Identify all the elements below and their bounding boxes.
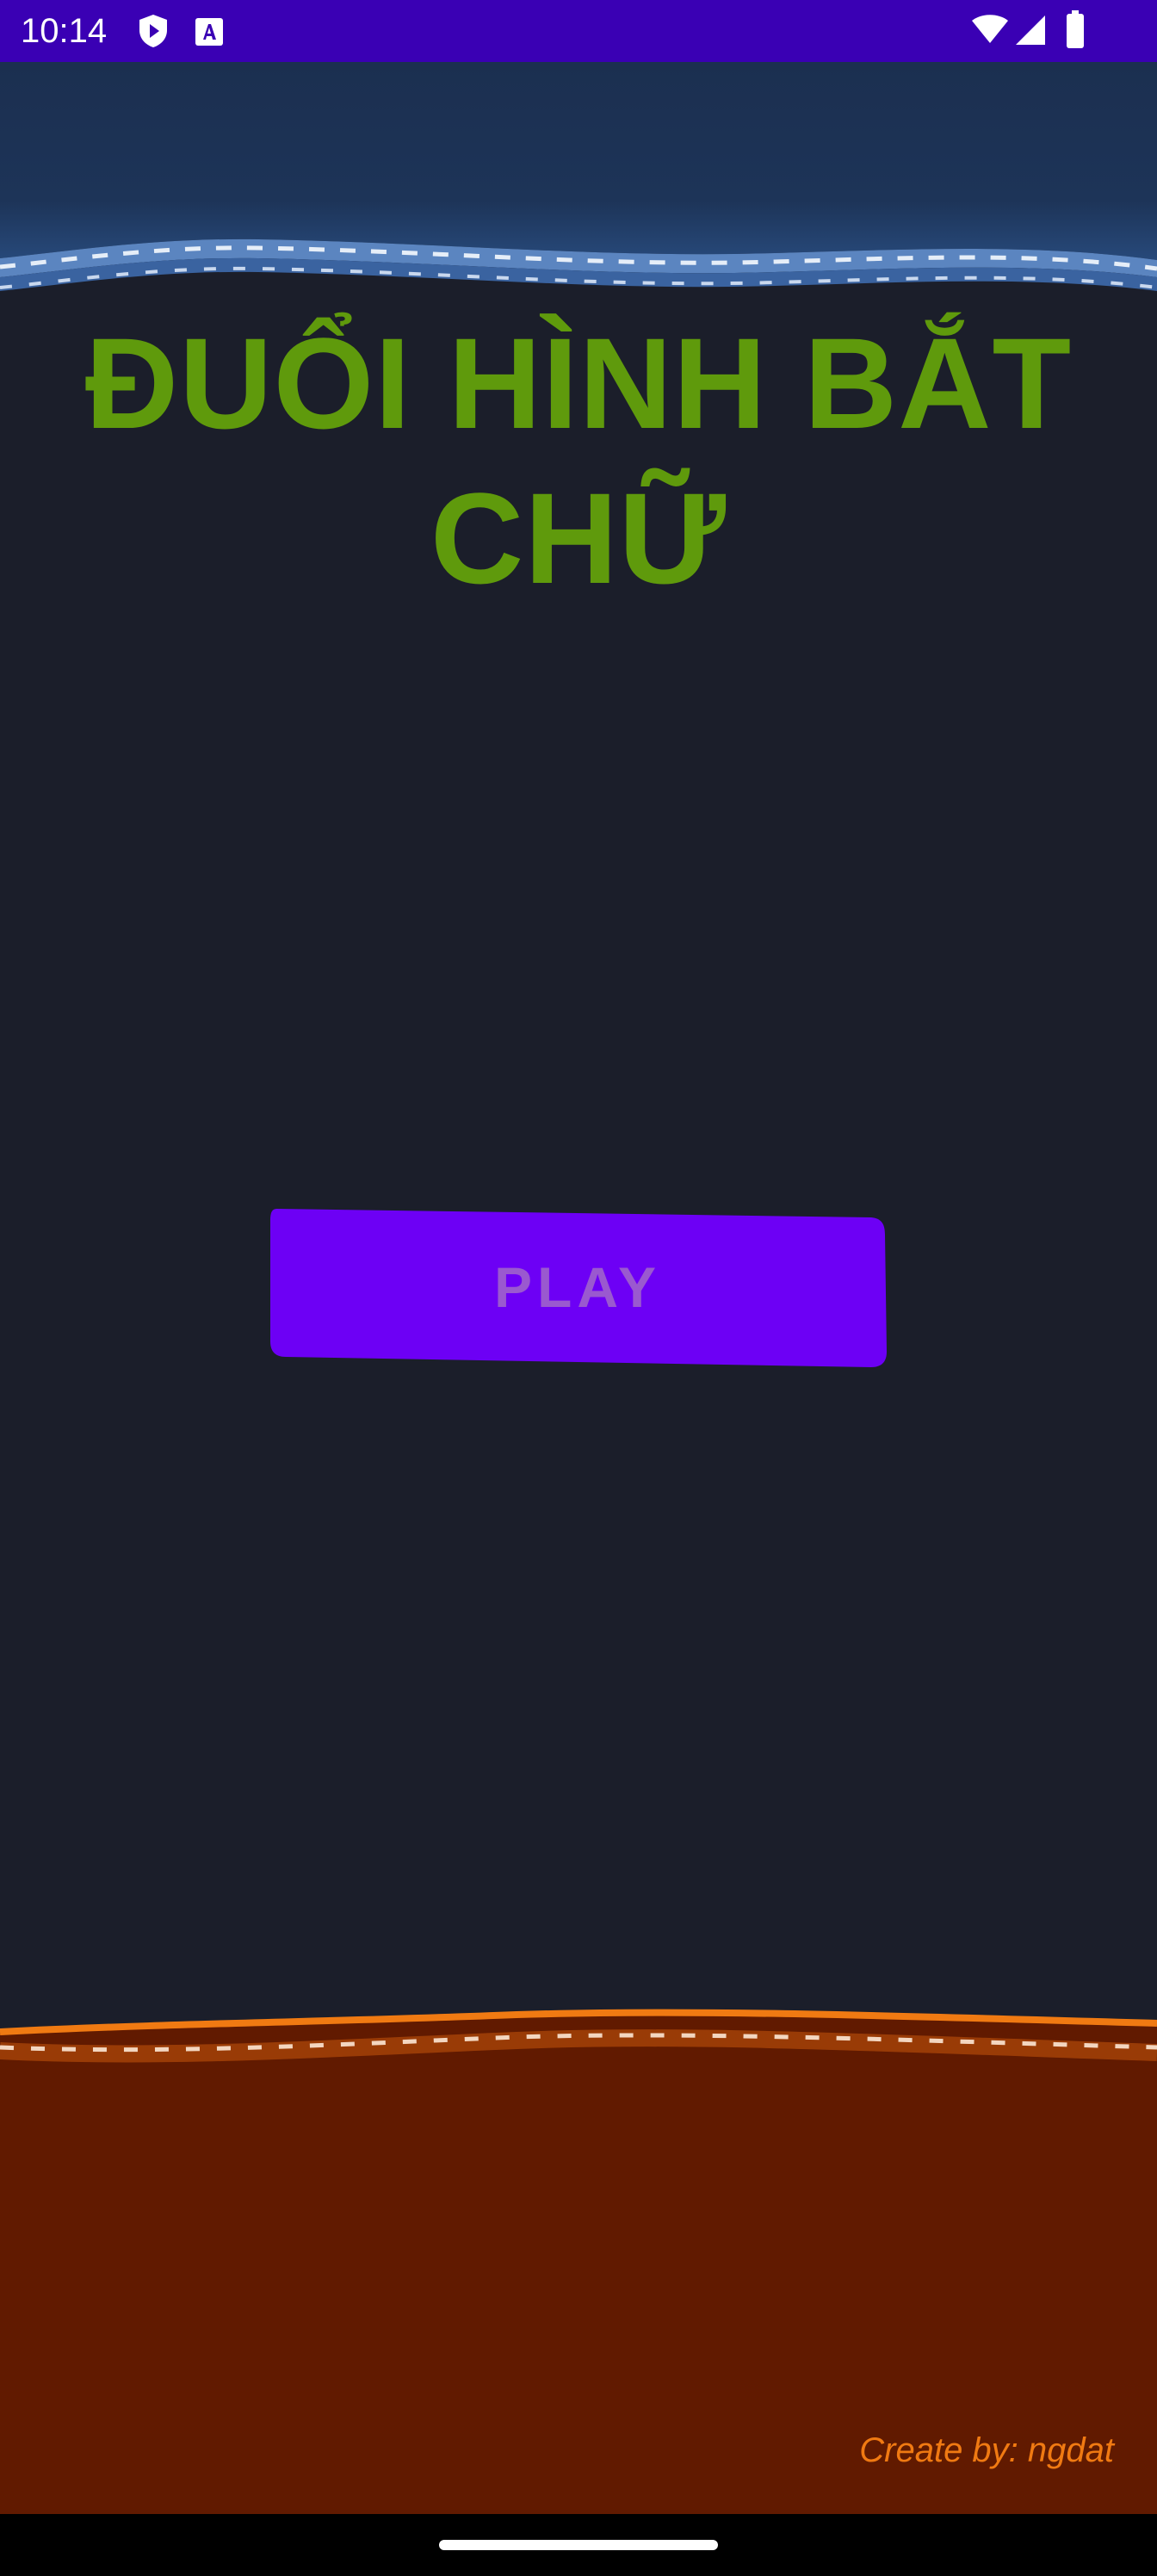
credit-text: Create by: ngdat [859,2431,1114,2469]
status-time: 10:14 [21,12,108,50]
play-button[interactable]: PLAY [269,1205,887,1369]
battery-icon [1066,10,1085,53]
home-handle[interactable] [439,2540,718,2550]
status-bar: 10:14 [0,0,1157,62]
play-button-label: PLAY [494,1255,661,1319]
wifi-icon [971,14,1009,49]
keyboard-a-icon [195,17,224,51]
navigation-bar [0,2514,1157,2576]
game-title: ĐUỔI HÌNH BẮT CHỮ [84,311,1073,610]
play-protect-icon [138,14,169,53]
top-denim-band [0,62,1157,320]
signal-icon [1014,14,1047,51]
game-home-screen: 10:14 ĐUỔI HÌNH BẮT CHỮ PLAY Create by: … [0,0,1157,2576]
